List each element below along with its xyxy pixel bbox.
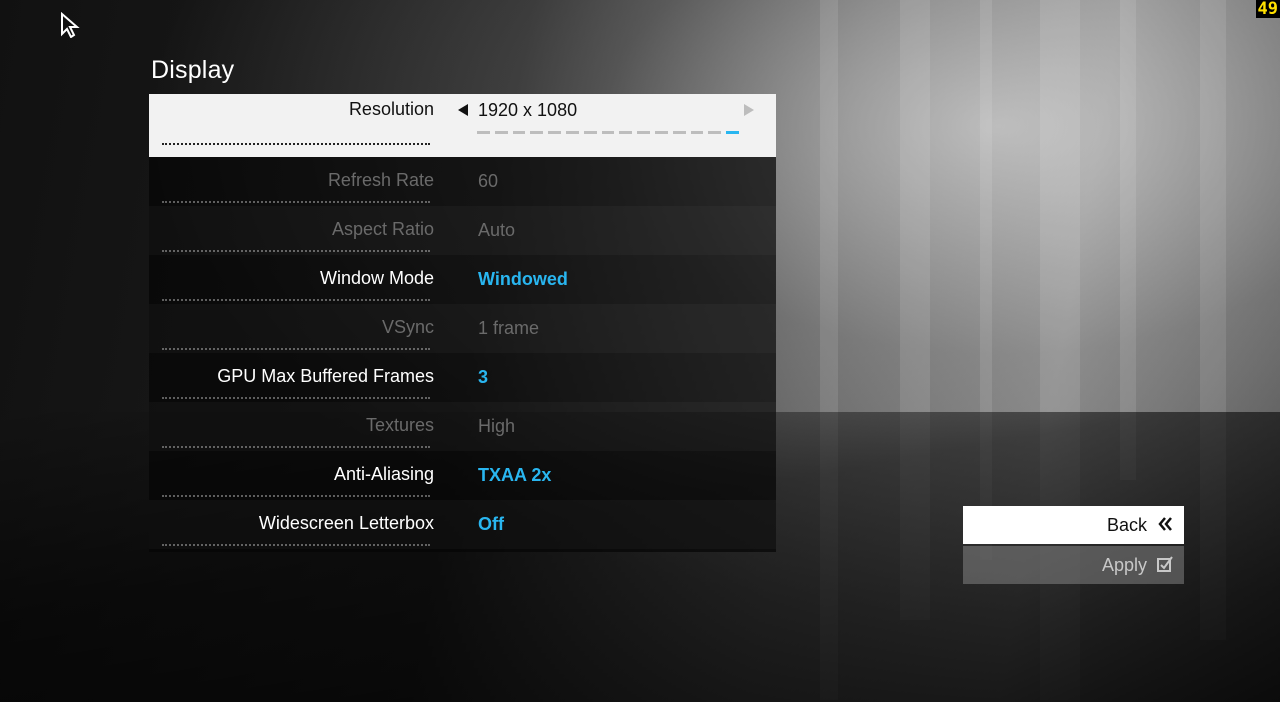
slider-segment [548, 131, 561, 134]
setting-row-resolution[interactable]: Resolution 1920 x 1080 [149, 94, 776, 157]
checkbox-icon [1157, 556, 1173, 572]
slider-segment [477, 131, 490, 134]
slider-segment [530, 131, 544, 134]
setting-value: High [478, 416, 516, 436]
setting-label: Resolution [348, 99, 434, 119]
double-chevron-left-icon [1158, 517, 1172, 531]
fps-counter: 49 [1255, 0, 1280, 19]
slider-segment [619, 131, 633, 134]
dotted-leader [162, 348, 430, 350]
setting-label: VSync [381, 317, 434, 337]
mouse-cursor-icon [61, 12, 80, 38]
setting-row: VSync 1 frame [149, 304, 776, 353]
setting-value: 1920 x 1080 [478, 100, 578, 120]
setting-row: Refresh Rate 60 [149, 157, 776, 206]
setting-value: 60 [478, 171, 499, 191]
slider-segment [726, 131, 739, 134]
slider-segment [565, 131, 579, 134]
setting-row: Aspect Ratio Auto [149, 206, 776, 255]
dotted-leader [162, 544, 430, 546]
slider-segment [583, 131, 597, 134]
slider-segment [601, 131, 615, 134]
slider-segment [494, 131, 508, 134]
setting-value: Off [478, 514, 504, 534]
setting-label: Anti-Aliasing [333, 464, 434, 484]
arrow-left-icon[interactable] [458, 104, 468, 116]
resolution-slider[interactable] [477, 131, 739, 134]
display-settings-panel: Resolution 1920 x 1080 Refresh Rate 60 Asp… [149, 94, 776, 552]
setting-label: GPU Max Buffered Frames [217, 366, 434, 386]
setting-row: Textures High [149, 402, 776, 451]
dotted-leader [162, 446, 430, 448]
apply-button-label: Apply [1101, 555, 1147, 575]
arrow-right-icon[interactable] [744, 104, 754, 116]
slider-segment [654, 131, 668, 134]
setting-value: 3 [478, 367, 489, 387]
setting-label: Window Mode [319, 268, 434, 288]
setting-row[interactable]: Window Mode Windowed [149, 255, 776, 304]
setting-row[interactable]: GPU Max Buffered Frames 3 [149, 353, 776, 402]
setting-row[interactable]: Anti-Aliasing TXAA 2x [149, 451, 776, 500]
page-title: Display [151, 56, 235, 84]
setting-value: TXAA 2x [478, 465, 552, 485]
dotted-leader [162, 299, 430, 301]
slider-segment [637, 131, 650, 134]
back-button[interactable]: Back [963, 506, 1184, 544]
dotted-leader [162, 143, 430, 145]
slider-segment [512, 131, 526, 134]
apply-button[interactable]: Apply [963, 546, 1184, 584]
setting-label: Refresh Rate [327, 170, 434, 190]
dotted-leader [162, 201, 430, 203]
dotted-leader [162, 397, 430, 399]
back-button-label: Back [1106, 515, 1147, 535]
dotted-leader [162, 250, 430, 252]
slider-segment [690, 131, 704, 134]
dotted-leader [162, 495, 430, 497]
setting-row[interactable]: Widescreen Letterbox Off [149, 500, 776, 549]
setting-value: Windowed [478, 269, 568, 289]
setting-label: Widescreen Letterbox [258, 513, 434, 533]
setting-value: 1 frame [478, 318, 540, 338]
setting-value: Auto [478, 220, 516, 240]
slider-segment [672, 131, 686, 134]
setting-label: Textures [365, 415, 434, 435]
slider-segment [708, 131, 722, 134]
setting-label: Aspect Ratio [331, 219, 434, 239]
